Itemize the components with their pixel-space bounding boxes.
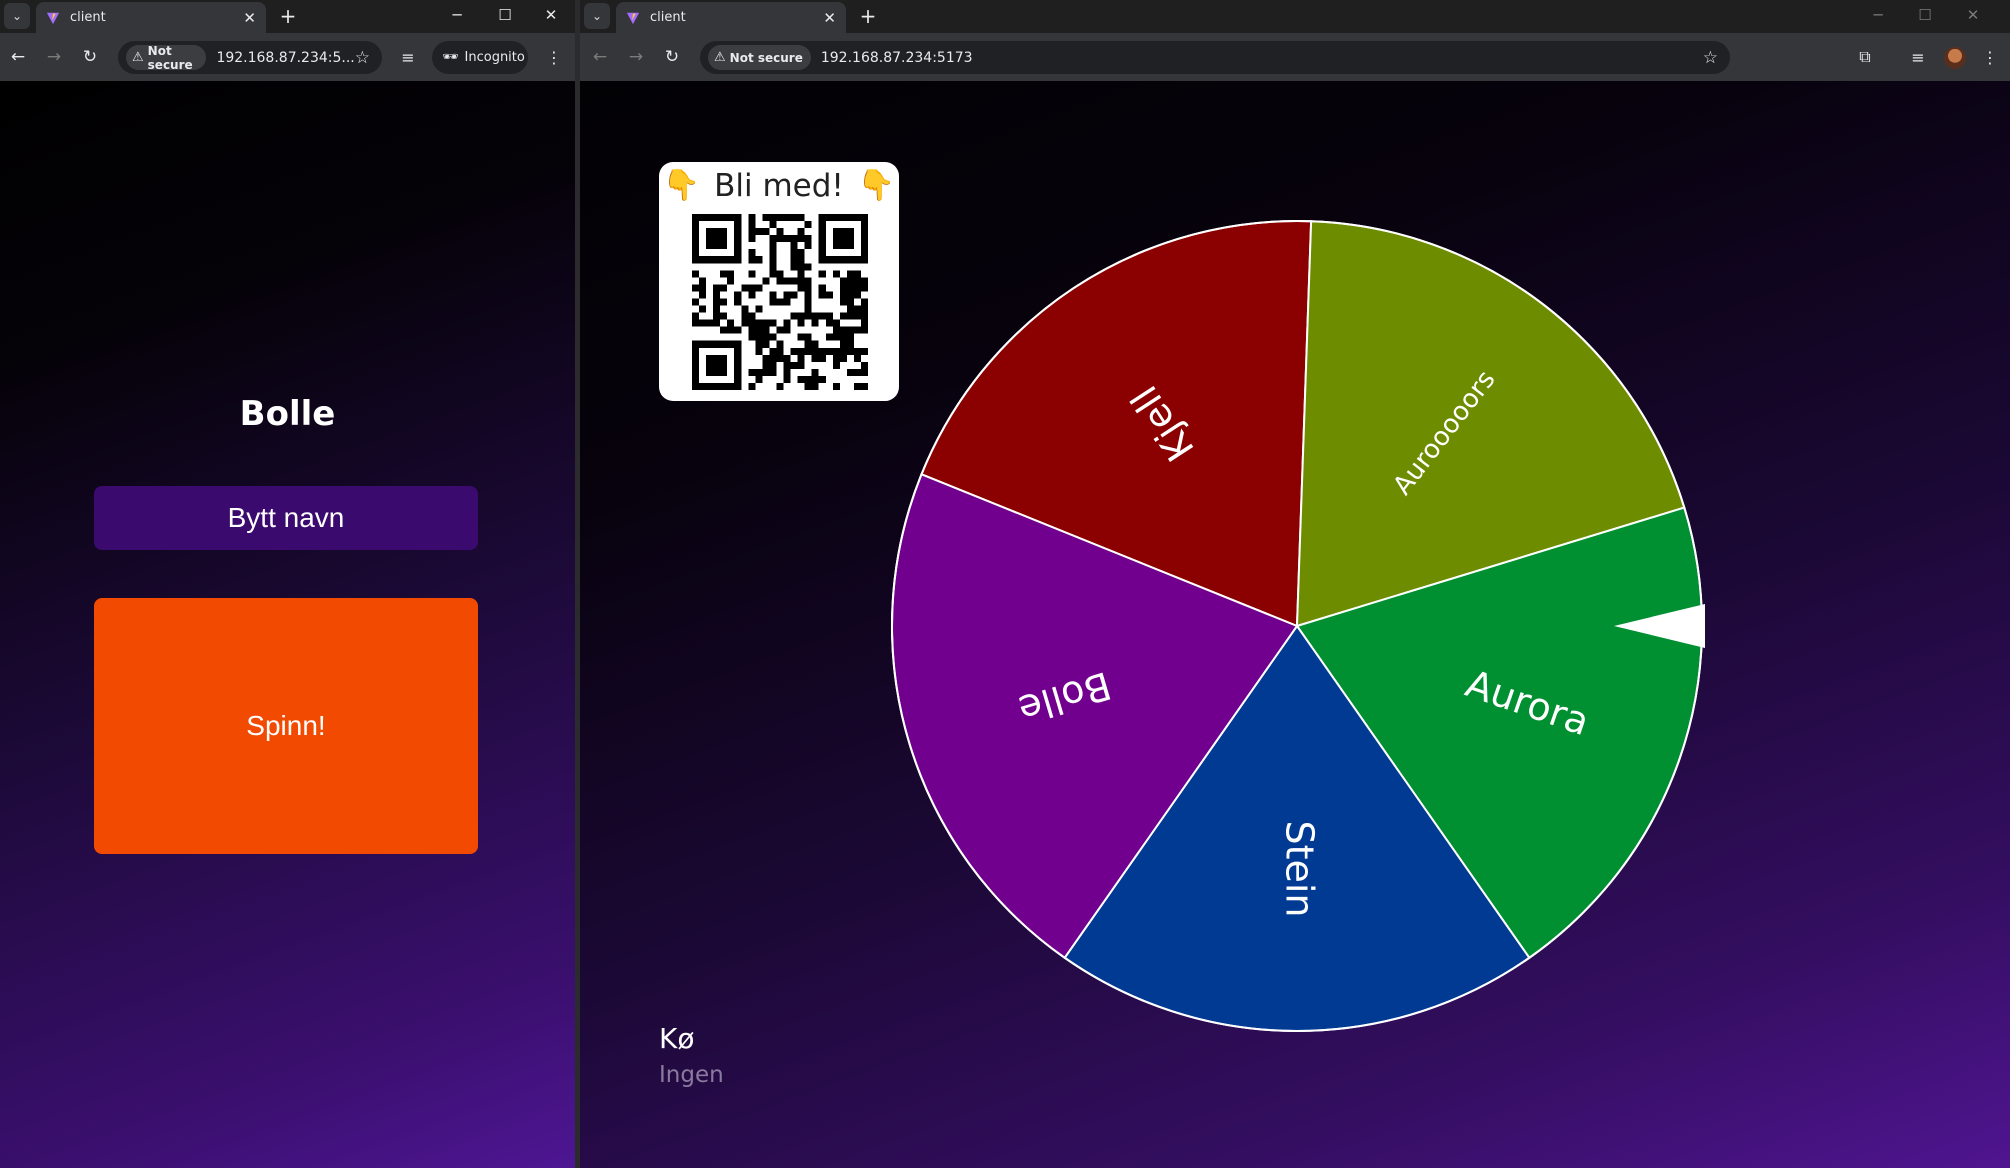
back-arrow-icon[interactable]: ←	[588, 45, 612, 69]
minimize-button[interactable]: ─	[434, 0, 480, 30]
media-controls-icon[interactable]: ≡	[396, 45, 420, 69]
spin-wheel: Kjell AurooooorsAuroraSteinBolle	[891, 220, 1705, 1032]
bookmark-star-icon[interactable]: ☆	[355, 48, 370, 68]
tab-client[interactable]: client ✕	[616, 2, 846, 33]
profile-avatar[interactable]	[1944, 47, 1966, 69]
security-label: Not secure	[729, 50, 803, 65]
media-controls-icon[interactable]: ≡	[1906, 45, 1930, 69]
extensions-icon[interactable]: ⧉	[1853, 45, 1877, 69]
address-bar[interactable]: ⚠ Not secure 192.168.87.234:5173 ☆	[700, 41, 1730, 74]
incognito-label: Incognito	[464, 50, 525, 65]
address-bar[interactable]: ⚠ Not secure 192.168.87.234:5... ☆	[118, 41, 382, 74]
close-tab-icon[interactable]: ✕	[243, 9, 256, 27]
vite-logo-icon	[46, 12, 60, 24]
vite-logo-icon	[626, 12, 640, 24]
page-viewport: 👇 Bli med! 👇 Kjell Aurooooors Aurora Stein B…	[580, 81, 2010, 1168]
close-window-button[interactable]: ✕	[528, 0, 574, 30]
warning-icon: ⚠	[714, 50, 726, 65]
tab-title: client	[70, 10, 106, 25]
tab-client[interactable]: client ✕	[36, 2, 266, 33]
close-tab-icon[interactable]: ✕	[823, 9, 836, 27]
page-viewport: Bolle Bytt navn Spinn!	[0, 81, 575, 1168]
tab-title: client	[650, 10, 686, 25]
wheel-segment-label: Stein	[1278, 820, 1322, 917]
incognito-indicator[interactable]: 🕶 Incognito	[432, 41, 528, 74]
menu-icon[interactable]: ⋮	[1978, 45, 2002, 69]
close-window-button[interactable]: ✕	[1950, 0, 1996, 30]
security-label: Not secure	[147, 43, 193, 72]
queue-empty-text: Ingen	[659, 1062, 724, 1088]
browser-window-left: ⌄ client ✕ + ─ ☐ ✕ ← → ↻ ⚠ Not secure 19…	[0, 0, 575, 1168]
url-text: 192.168.87.234:5...	[216, 49, 355, 66]
rename-button[interactable]: Bytt navn	[94, 486, 478, 550]
tab-search-button[interactable]: ⌄	[4, 3, 30, 29]
reload-icon[interactable]: ↻	[78, 45, 102, 69]
tab-search-button[interactable]: ⌄	[584, 3, 610, 29]
reload-icon[interactable]: ↻	[660, 45, 684, 69]
security-chip[interactable]: ⚠ Not secure	[126, 43, 207, 72]
new-tab-button[interactable]: +	[274, 2, 302, 30]
maximize-button[interactable]: ☐	[1902, 0, 1948, 30]
bookmark-star-icon[interactable]: ☆	[1703, 48, 1718, 68]
spin-button[interactable]: Spinn!	[94, 598, 478, 854]
forward-arrow-icon[interactable]: →	[624, 45, 648, 69]
new-tab-button[interactable]: +	[854, 2, 882, 30]
warning-icon: ⚠	[132, 50, 144, 65]
queue-title: Kø	[659, 1022, 695, 1055]
security-chip[interactable]: ⚠ Not secure	[708, 45, 811, 70]
back-arrow-icon[interactable]: ←	[6, 45, 30, 69]
browser-window-right: ⌄ client ✕ + ─ ☐ ✕ ← → ↻ ⚠ Not secure 19…	[580, 0, 2010, 1168]
menu-icon[interactable]: ⋮	[542, 45, 566, 69]
forward-arrow-icon[interactable]: →	[42, 45, 66, 69]
player-name: Bolle	[239, 394, 336, 434]
url-text: 192.168.87.234:5173	[820, 49, 973, 66]
tab-strip: ⌄ client ✕ + ─ ☐ ✕	[0, 0, 575, 33]
incognito-icon: 🕶	[442, 50, 459, 65]
maximize-button[interactable]: ☐	[482, 0, 528, 30]
tab-strip: ⌄ client ✕ + ─ ☐ ✕	[580, 0, 2010, 33]
minimize-button[interactable]: ─	[1855, 0, 1901, 30]
